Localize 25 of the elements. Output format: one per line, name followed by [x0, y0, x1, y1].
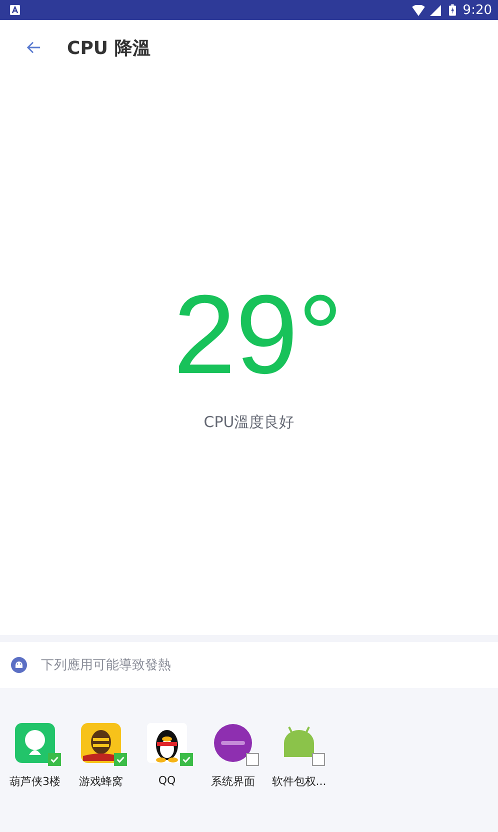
app-name: 游戏蜂窝 — [79, 774, 123, 789]
checkbox[interactable] — [246, 753, 259, 766]
notice-text: 下列應用可能導致發熱 — [41, 657, 171, 674]
penguin-app-icon[interactable] — [147, 723, 187, 763]
page-title: CPU 降溫 — [67, 36, 150, 60]
battery-icon — [448, 4, 456, 16]
bee-app-icon[interactable] — [81, 723, 121, 763]
status-time: 9:20 — [462, 2, 492, 18]
wifi-icon — [412, 4, 425, 16]
circle-app-icon[interactable] — [213, 723, 253, 763]
app-name: 软件包权... — [272, 774, 326, 789]
checkbox[interactable] — [48, 753, 61, 766]
checkbox[interactable] — [312, 753, 325, 766]
app-name: 系统界面 — [211, 774, 255, 789]
app-name: 葫芦侠3楼 — [10, 774, 60, 789]
checkbox[interactable] — [114, 753, 127, 766]
app-name: QQ — [158, 774, 176, 787]
temperature-reading: 29° — [173, 279, 343, 391]
checkbox[interactable] — [180, 753, 193, 766]
android-icon — [11, 657, 27, 673]
notification-icon — [10, 5, 20, 15]
chat-app-icon[interactable] — [15, 723, 55, 763]
temperature-status: CPU溫度良好 — [204, 413, 294, 432]
back-arrow-icon[interactable] — [26, 40, 41, 55]
signal-icon — [428, 4, 442, 16]
